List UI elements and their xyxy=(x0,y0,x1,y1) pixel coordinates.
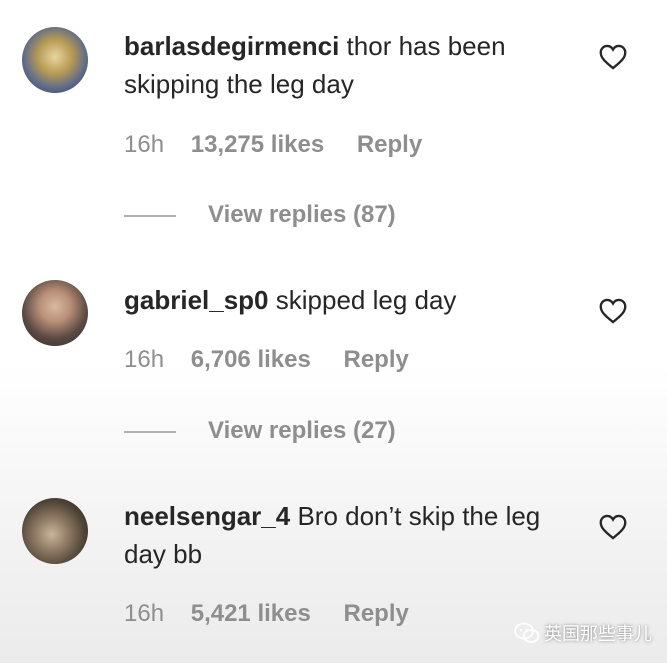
comment-username[interactable]: barlasdegirmenci xyxy=(124,31,339,61)
comment-meta: 16h 6,706 likes Reply xyxy=(124,346,409,374)
divider-line xyxy=(124,430,176,433)
heart-outline-icon[interactable] xyxy=(599,514,627,540)
comment-meta: 16h 5,421 likes Reply xyxy=(124,600,409,628)
divider-line xyxy=(124,214,176,217)
comment-time: 16h xyxy=(124,600,165,627)
reply-button[interactable]: Reply xyxy=(344,346,409,374)
comment-username[interactable]: neelsengar_4 xyxy=(124,501,290,531)
view-replies-label: View replies (27) xyxy=(208,417,396,444)
watermark: 英国那些事儿 xyxy=(514,620,652,650)
comment-body: barlasdegirmenci thor has been skipping … xyxy=(124,27,584,103)
avatar[interactable] xyxy=(22,280,88,346)
likes-count[interactable]: 13,275 likes xyxy=(191,131,324,159)
avatar[interactable] xyxy=(22,27,88,93)
comment-text: skipped leg day xyxy=(275,285,457,315)
comment-time: 16h xyxy=(124,346,165,373)
comment-body: neelsengar_4 Bro don’t skip the leg day … xyxy=(124,497,584,573)
comment-time: 16h xyxy=(124,131,165,158)
comment-username[interactable]: gabriel_sp0 xyxy=(124,285,269,315)
heart-outline-icon[interactable] xyxy=(599,44,627,70)
avatar[interactable] xyxy=(22,498,88,564)
watermark-text: 英国那些事儿 xyxy=(544,624,652,644)
comment-body: gabriel_sp0 skipped leg day xyxy=(124,281,584,319)
likes-count[interactable]: 5,421 likes xyxy=(191,600,311,628)
likes-count[interactable]: 6,706 likes xyxy=(191,346,311,374)
comment-meta: 16h 13,275 likes Reply xyxy=(124,131,422,159)
reply-button[interactable]: Reply xyxy=(344,600,409,628)
reply-button[interactable]: Reply xyxy=(357,131,422,159)
view-replies-label: View replies (87) xyxy=(208,201,396,228)
heart-outline-icon[interactable] xyxy=(599,298,627,324)
wechat-icon xyxy=(514,622,540,643)
view-replies-button[interactable]: View replies (27) xyxy=(124,417,396,445)
view-replies-button[interactable]: View replies (87) xyxy=(124,201,396,229)
